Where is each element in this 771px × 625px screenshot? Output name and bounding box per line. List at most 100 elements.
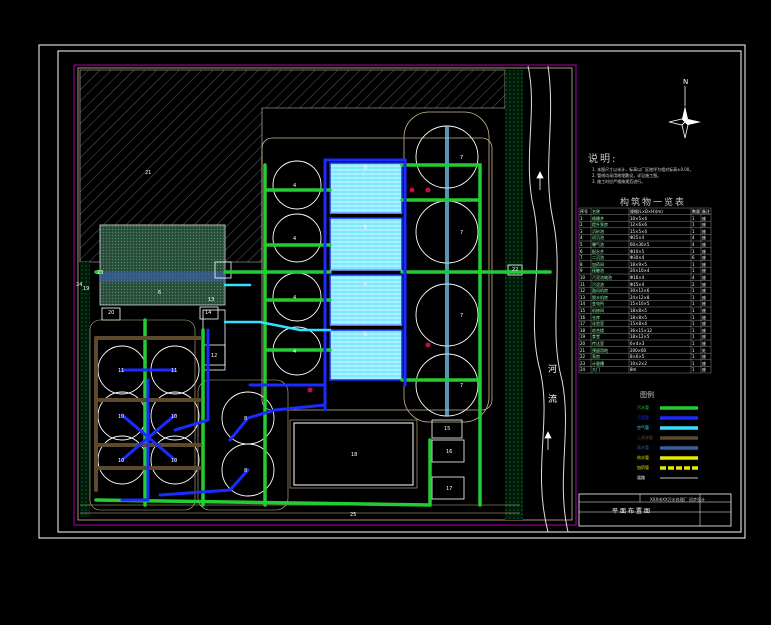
- primary-tanks: [272, 160, 322, 376]
- unit-label-7d: 7: [460, 383, 464, 389]
- table-cell: 座: [702, 334, 706, 340]
- aeration-tanks: [329, 162, 403, 381]
- legend-label: 空气管: [637, 425, 649, 430]
- table-cell: 初沉池: [592, 235, 604, 241]
- table-cell: 19: [580, 334, 586, 340]
- plan-title: 平面布置图: [612, 508, 653, 515]
- legend-label: 污水管: [637, 405, 649, 410]
- unit-label-13: 13: [208, 297, 215, 303]
- table-cell: 23: [580, 360, 586, 366]
- table-cell: 变电所: [592, 301, 604, 307]
- table-cell: 座: [702, 294, 706, 300]
- table-cell: 机修间: [592, 308, 604, 313]
- table-cell: 座: [702, 268, 706, 274]
- table-cell: 6: [580, 248, 583, 254]
- table-cell: 1: [692, 215, 695, 221]
- table-cell: 座: [702, 360, 706, 366]
- notes-title: 说明:: [588, 154, 618, 165]
- table-cell: 座: [702, 288, 706, 294]
- table-header-cell: 数量: [692, 209, 700, 214]
- table-cell: 配水井: [592, 248, 604, 254]
- table-cell: 1: [692, 354, 695, 360]
- table-cell: 座: [702, 222, 706, 228]
- unit-label-20: 20: [108, 310, 115, 316]
- table-cell: 18×8×5: [630, 308, 647, 313]
- legend-label: 污泥管: [637, 415, 649, 420]
- unit-label-8a: 8: [244, 416, 248, 422]
- unit-label-5a: 5: [364, 165, 368, 171]
- table-cell: 18: [580, 327, 586, 333]
- table-cell: 座: [702, 215, 706, 221]
- table-cell: 大门: [592, 367, 600, 373]
- table-cell: 20: [580, 341, 586, 346]
- table-cell: 接触池: [592, 268, 604, 274]
- legend-lines: [660, 406, 698, 479]
- table-cell: 座: [702, 242, 706, 247]
- river-bank-right: [547, 65, 569, 533]
- table-cell: 座: [702, 301, 706, 307]
- table-cell: 18×8×5: [630, 314, 647, 320]
- table-cell: 1: [692, 294, 695, 300]
- air-pipes: [223, 283, 332, 332]
- table-cell: 22: [580, 354, 586, 360]
- table-cell: 座: [702, 327, 706, 333]
- river-bank-left: [527, 65, 549, 533]
- table-cell: 1: [692, 222, 695, 228]
- table-header-cell: 备注: [702, 209, 710, 214]
- unit-label-14: 14: [205, 310, 212, 316]
- table-cell: Φ16×4: [630, 275, 645, 280]
- north-arrow-icon: [668, 86, 701, 139]
- table-cell: 污泥池: [592, 281, 604, 287]
- table-cell: 16: [580, 314, 586, 320]
- table-cell: 沉砂池: [592, 228, 604, 234]
- table-cell: 8m: [630, 367, 637, 373]
- legend-label: 雨水管: [637, 445, 649, 450]
- table-cell: 化验室: [592, 321, 604, 327]
- table-cell: 13: [580, 294, 586, 300]
- table-cell: 座: [702, 314, 706, 320]
- table-cell: 9: [580, 268, 583, 274]
- grit-building: [99, 224, 226, 306]
- unit-label-10d: 10: [171, 458, 178, 464]
- table-cell: 12×6×6: [630, 222, 647, 228]
- unit-label-22: 22: [512, 267, 519, 273]
- table-cell: 二沉池: [592, 255, 604, 261]
- table-cell: 15×10×5: [630, 301, 650, 307]
- table-cell: 200×60: [630, 347, 647, 353]
- unit-label-11a: 11: [118, 368, 125, 374]
- table-cell: 7: [580, 255, 583, 261]
- table-cell: Φ25×4: [630, 235, 645, 241]
- unit-label-25: 25: [350, 512, 357, 518]
- table-cell: 脱水机房: [592, 294, 608, 300]
- designer-line: XXX市XX污水处理厂 初步设计: [650, 497, 705, 502]
- table-cell: 4: [692, 235, 695, 241]
- unit-label-4d: 4: [293, 349, 297, 355]
- table-cell: 提升泵房: [592, 222, 608, 228]
- table-cell: 座: [702, 321, 706, 327]
- unit-label-21: 21: [145, 170, 152, 176]
- table-cell: 1: [692, 327, 695, 333]
- table-cell: 1: [692, 308, 695, 313]
- legend-label: 上清液管: [637, 435, 653, 440]
- unit-label-5b: 5: [364, 225, 368, 231]
- table-cell: 1: [692, 248, 695, 254]
- table-cell: 1: [692, 301, 695, 307]
- table-cell: 曝气池: [592, 242, 604, 247]
- table-cell: 1: [692, 367, 695, 373]
- table-cell: 1: [692, 268, 695, 274]
- table-cell: 1: [692, 347, 695, 353]
- table-header-cell: 序号: [580, 209, 588, 214]
- north-label: N: [683, 78, 689, 86]
- table-cell: 18×12×5: [630, 334, 650, 340]
- table-cell: 座: [702, 228, 706, 234]
- unit-label-4b: 4: [293, 236, 297, 242]
- table-cell: 格栅井: [592, 215, 604, 221]
- unit-label-7c: 7: [460, 313, 464, 319]
- table-title: 构筑物一览表: [620, 198, 687, 208]
- table-cell: 2: [692, 281, 695, 287]
- table-cell: 14: [580, 301, 586, 307]
- table-cell: 4: [692, 275, 695, 280]
- unit-label-5d: 5: [364, 332, 368, 338]
- table-cell: 10: [580, 275, 586, 280]
- table-cell: 1: [692, 321, 695, 327]
